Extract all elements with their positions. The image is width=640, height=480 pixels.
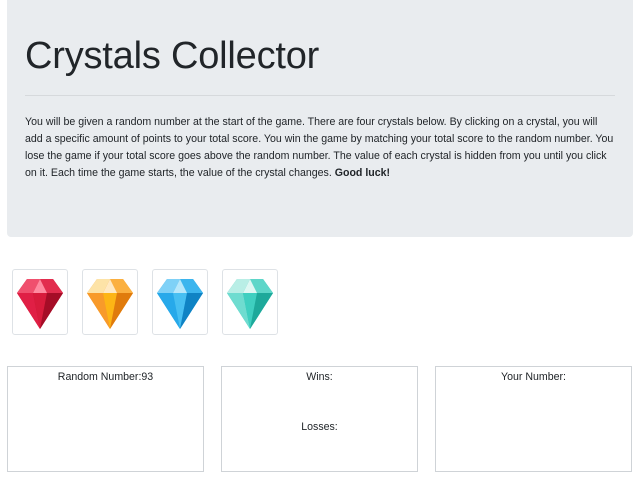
blue-crystal-icon xyxy=(157,279,203,329)
instructions-text: You will be given a random number at the… xyxy=(25,116,614,179)
header-divider xyxy=(25,95,615,96)
wins-line: Wins: xyxy=(222,370,417,384)
your-number-label: Your Number: xyxy=(501,371,566,383)
your-number-panel: Your Number: xyxy=(435,366,632,472)
random-number-panel: Random Number:93 xyxy=(7,366,204,472)
losses-line: Losses: xyxy=(222,420,417,434)
your-number-line: Your Number: xyxy=(436,370,631,384)
random-number-line: Random Number:93 xyxy=(8,370,203,384)
crystal-button-teal[interactable] xyxy=(222,269,278,335)
teal-crystal-icon xyxy=(227,279,273,329)
header-jumbotron: Crystals Collector You will be given a r… xyxy=(7,0,633,237)
orange-crystal-icon xyxy=(87,279,133,329)
crystal-button-blue[interactable] xyxy=(152,269,208,335)
crystal-button-red[interactable] xyxy=(12,269,68,335)
wins-losses-panel: Wins: Losses: xyxy=(221,366,418,472)
instructions-good-luck: Good luck! xyxy=(334,167,391,179)
wins-label: Wins: xyxy=(306,371,333,383)
game-instructions: You will be given a random number at the… xyxy=(25,114,617,182)
losses-label: Losses: xyxy=(301,421,338,433)
random-number-value: 93 xyxy=(141,371,154,383)
crystal-button-orange[interactable] xyxy=(82,269,138,335)
random-number-label: Random Number: xyxy=(57,371,142,383)
page-title: Crystals Collector xyxy=(25,35,320,77)
red-crystal-icon xyxy=(17,279,63,329)
